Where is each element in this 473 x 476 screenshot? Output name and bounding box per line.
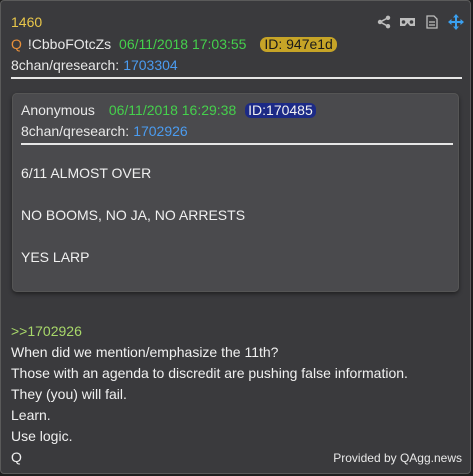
share-icon[interactable] xyxy=(375,13,392,30)
post-card: 1460 Q !CbboFOtcZs 06/11/2018 17:03:55 I… xyxy=(0,0,471,474)
body-line: Use logic. xyxy=(11,428,73,444)
document-icon[interactable] xyxy=(423,13,440,30)
header-divider xyxy=(11,77,462,79)
board-name: 8chan/qresearch: xyxy=(11,57,120,73)
quoted-line xyxy=(21,226,245,247)
quoted-id-badge: ID:170485 xyxy=(245,103,316,118)
quoted-post: Anonymous 06/11/2018 16:29:38 ID:170485 … xyxy=(12,93,459,292)
reply-reference-link[interactable]: >>1702926 xyxy=(11,321,408,342)
quoted-line: 6/11 ALMOST OVER xyxy=(21,165,152,181)
post-body: >>1702926 When did we mention/emphasize … xyxy=(11,321,408,468)
quoted-post-link[interactable]: 1702926 xyxy=(133,123,188,139)
body-line: Those with an agenda to discredit are pu… xyxy=(11,365,408,381)
q-marker: Q xyxy=(11,36,22,52)
vr-glasses-icon[interactable] xyxy=(399,13,416,30)
quoted-board-line: 8chan/qresearch: 1702926 xyxy=(21,123,188,139)
body-line: Learn. xyxy=(11,407,51,423)
quoted-line xyxy=(21,184,245,205)
post-date: 06/11/2018 17:03:55 xyxy=(119,36,247,52)
body-line: They (you) will fail. xyxy=(11,386,127,402)
quoted-date: 06/11/2018 16:29:38 xyxy=(108,102,237,118)
move-arrows-icon[interactable] xyxy=(447,13,464,30)
provider-credit: Provided by QAgg.news xyxy=(333,451,462,465)
quoted-divider xyxy=(21,143,453,145)
board-line: 8chan/qresearch: 1703304 xyxy=(11,57,178,73)
body-line: When did we mention/emphasize the 11th? xyxy=(11,344,279,360)
tripcode: !CbboFOtcZs xyxy=(27,36,112,52)
quoted-line: NO BOOMS, NO JA, NO ARRESTS xyxy=(21,207,246,223)
post-link[interactable]: 1703304 xyxy=(123,57,178,73)
quoted-header: Anonymous 06/11/2018 16:29:38 ID:170485 xyxy=(21,102,316,118)
quoted-body: 6/11 ALMOST OVER NO BOOMS, NO JA, NO ARR… xyxy=(21,163,245,268)
post-number: 1460 xyxy=(11,14,43,30)
post-toolbar xyxy=(375,13,464,30)
quoted-line: YES LARP xyxy=(21,249,90,265)
quoted-author: Anonymous xyxy=(21,102,95,118)
quoted-board-name: 8chan/qresearch: xyxy=(21,123,130,139)
poster-id-badge: ID: 947e1d xyxy=(260,37,337,52)
post-header: Q !CbboFOtcZs 06/11/2018 17:03:55 ID: 947… xyxy=(11,36,337,52)
